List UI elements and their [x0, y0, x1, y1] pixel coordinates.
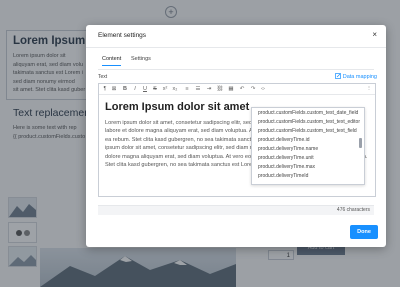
bold-icon[interactable]: B: [121, 85, 129, 93]
dropdown-option[interactable]: product.deliveryTime.name: [258, 146, 318, 152]
tab-content[interactable]: Content: [102, 56, 122, 66]
element-settings-modal: Element settings × Content Settings Text…: [86, 25, 386, 247]
editor-toolbar: ¶ ⊠ B I U S x² x₂ ≡ ☰ ⇥ ⛓ ▦ ↶ ↷ ‹› ⋮: [99, 84, 375, 95]
text-field-label: Text: [98, 74, 108, 80]
code-icon[interactable]: ‹›: [259, 85, 267, 93]
strikethrough-icon[interactable]: S: [151, 85, 159, 93]
editor-footer: 476 characters: [98, 205, 374, 215]
divider: [86, 47, 386, 48]
dropdown-option[interactable]: product.deliveryTimeId: [258, 173, 308, 179]
dropdown-option[interactable]: product.customFields.custom_test_date_fi…: [258, 110, 358, 116]
indent-icon[interactable]: ⇥: [205, 85, 213, 93]
dropdown-scrollbar[interactable]: [359, 138, 362, 148]
superscript-icon[interactable]: x²: [161, 85, 169, 93]
dropdown-option[interactable]: product.deliveryTime.id: [258, 137, 310, 143]
underline-icon[interactable]: U: [141, 85, 149, 93]
character-count: 476 characters: [336, 207, 370, 213]
subscript-icon[interactable]: x₂: [171, 85, 179, 93]
link-icon[interactable]: ⛓: [216, 85, 224, 93]
clear-format-icon[interactable]: ⊠: [110, 85, 118, 93]
table-icon[interactable]: ▦: [227, 85, 235, 93]
format-icon[interactable]: ¶: [101, 85, 109, 93]
done-button[interactable]: Done: [350, 225, 378, 239]
list-icon[interactable]: ☰: [194, 85, 202, 93]
tab-settings[interactable]: Settings: [131, 56, 151, 65]
italic-icon[interactable]: I: [131, 85, 139, 93]
editor-heading: Lorem Ipsum dolor sit amet: [105, 101, 250, 113]
dropdown-option[interactable]: product.customFields.custom_test_text_ed…: [258, 119, 360, 125]
dropdown-option[interactable]: product.deliveryTime.unit: [258, 155, 314, 161]
redo-icon[interactable]: ↷: [249, 85, 257, 93]
dropdown-option[interactable]: product.customFields.custom_test_text_fi…: [258, 128, 357, 134]
data-mapping-link[interactable]: Data mapping: [334, 73, 377, 80]
divider: [98, 69, 374, 70]
more-icon[interactable]: ⋮: [365, 85, 373, 93]
data-mapping-dropdown: product.customFields.custom_test_date_fi…: [251, 107, 365, 185]
modal-title: Element settings: [98, 32, 147, 39]
align-icon[interactable]: ≡: [183, 85, 191, 93]
data-mapping-label: Data mapping: [342, 74, 377, 80]
external-link-icon: [334, 73, 341, 79]
undo-icon[interactable]: ↶: [238, 85, 246, 93]
dropdown-option[interactable]: product.deliveryTime.max: [258, 164, 315, 170]
close-icon[interactable]: ×: [372, 30, 377, 39]
